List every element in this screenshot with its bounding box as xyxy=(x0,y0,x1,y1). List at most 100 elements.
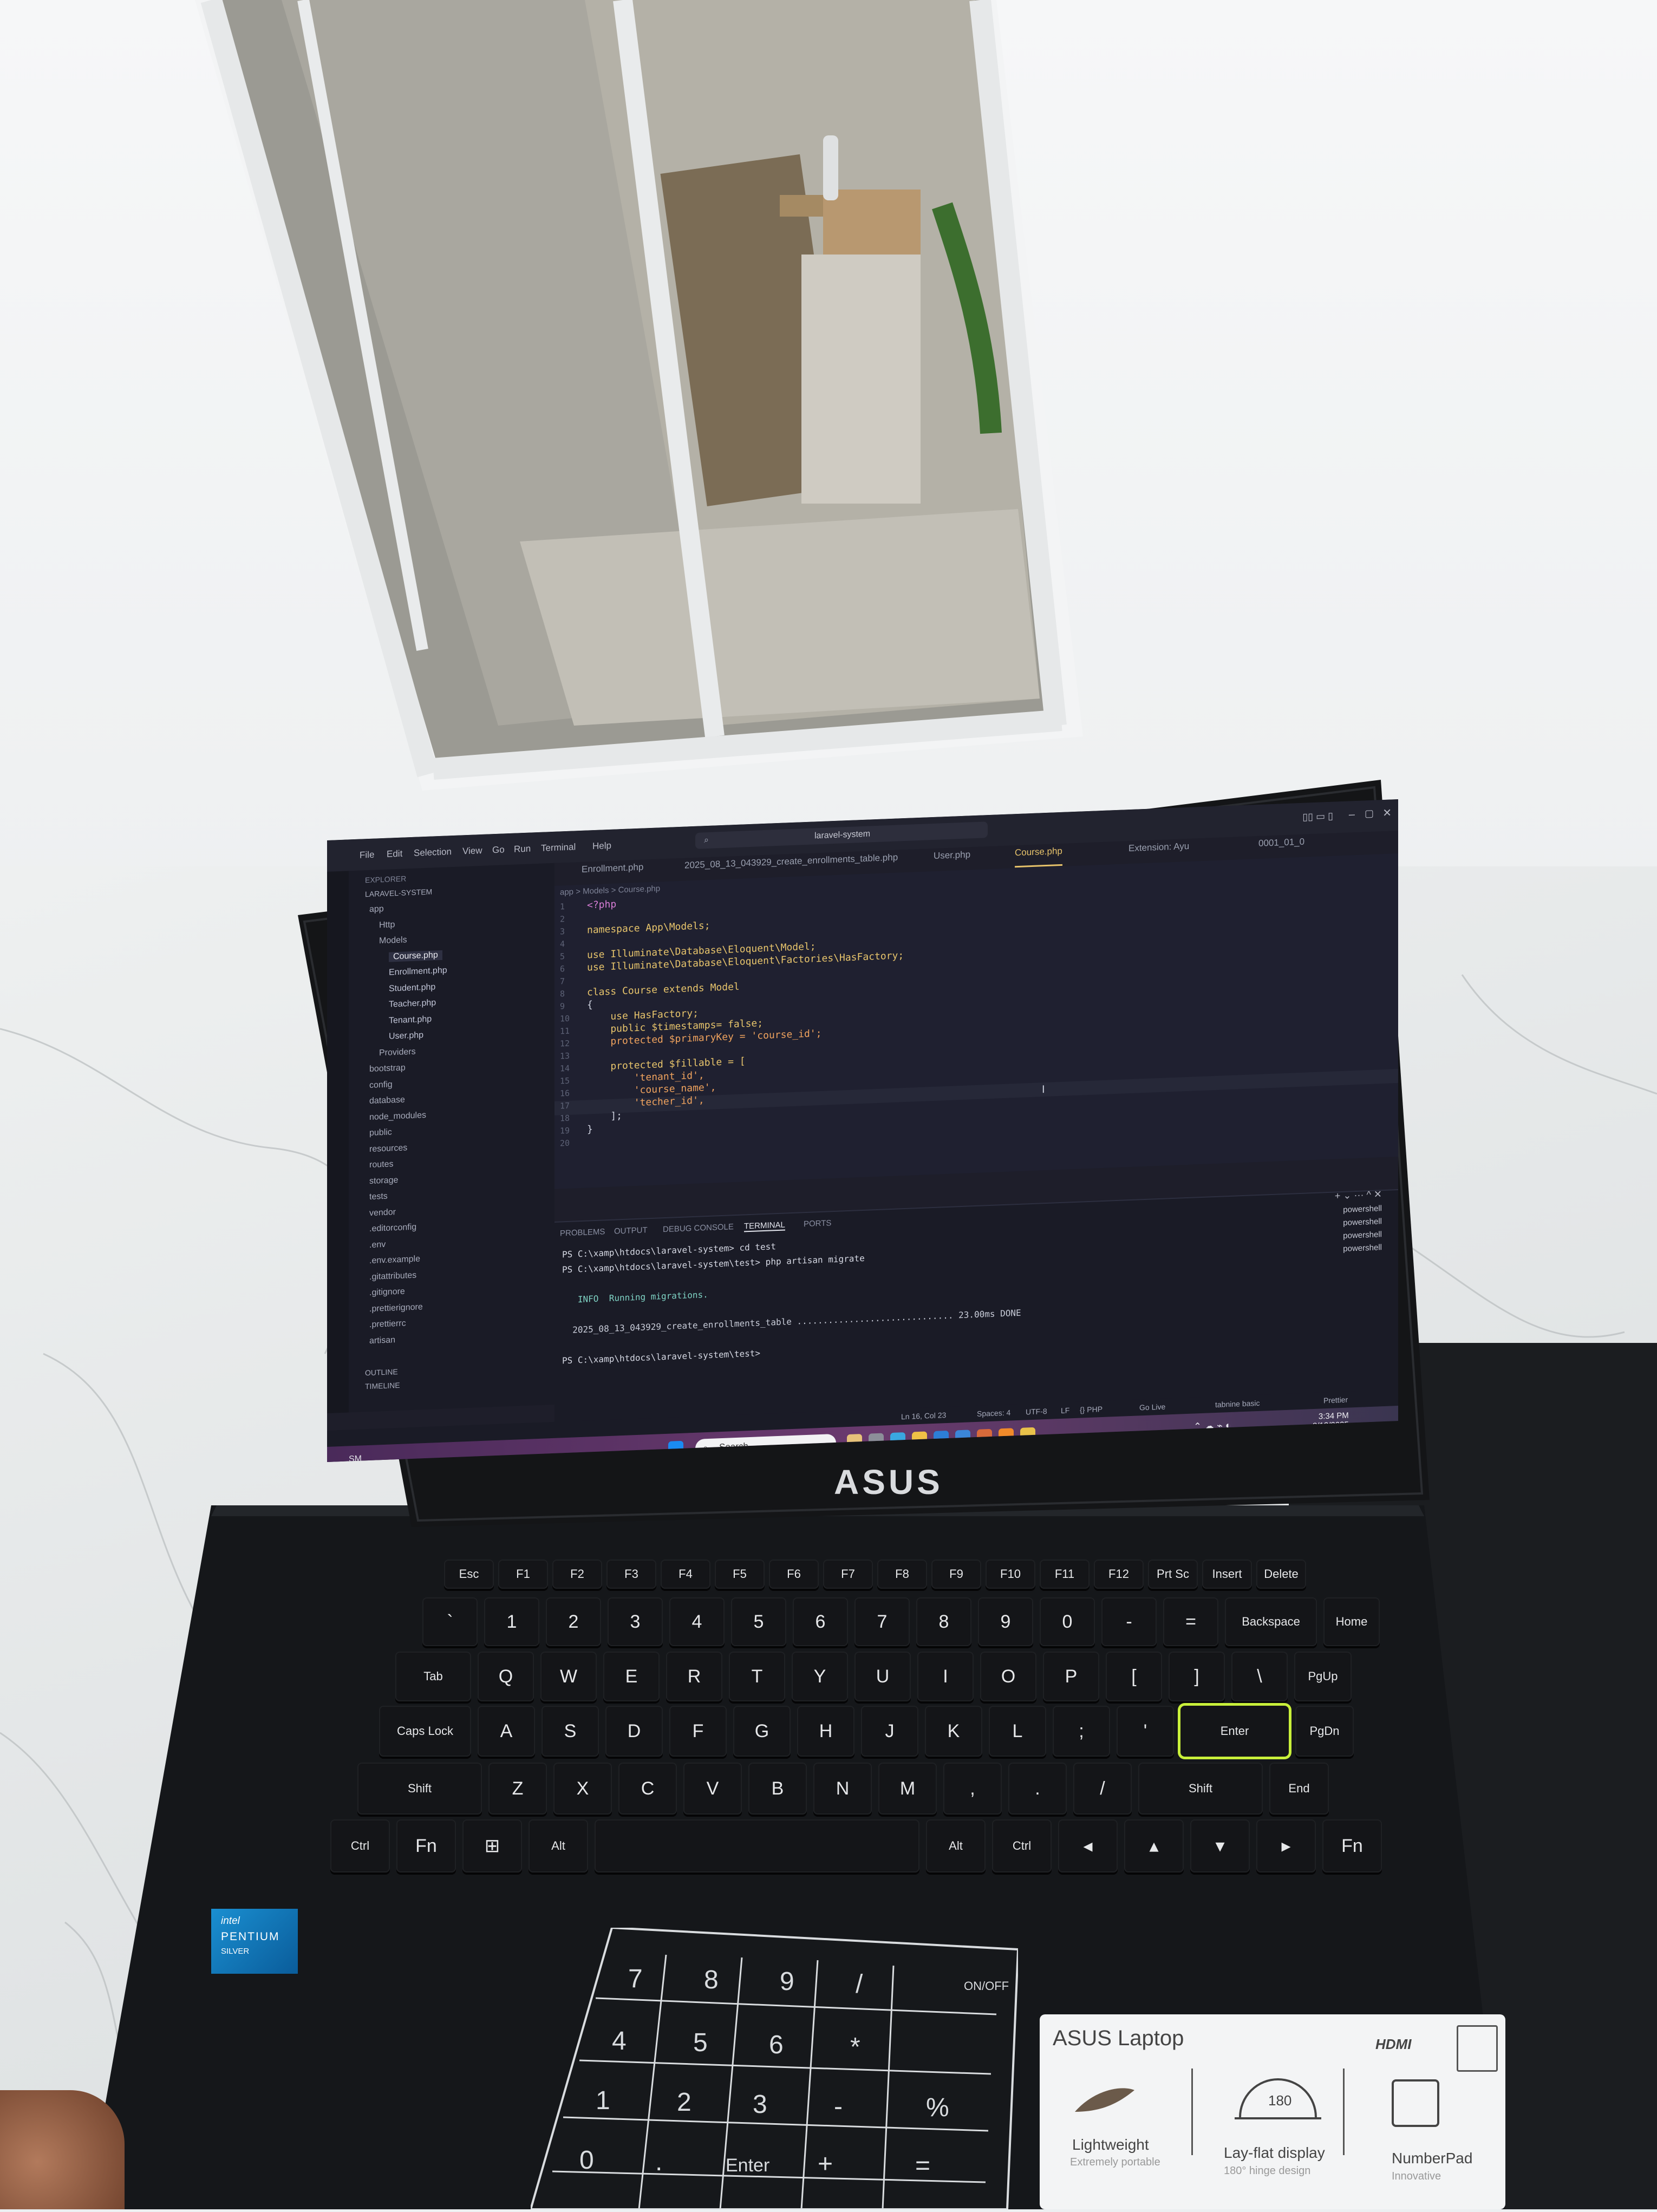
file-tree-item[interactable]: vendor xyxy=(369,1208,396,1218)
numberpad-key[interactable]: * xyxy=(850,2033,860,2061)
key--[interactable]: - xyxy=(1101,1597,1157,1646)
file-tree-item[interactable]: storage xyxy=(369,1175,398,1186)
panel-tab-terminal[interactable]: TERMINAL xyxy=(744,1220,785,1232)
key--[interactable]: ▾ xyxy=(1190,1819,1250,1872)
terminal-instance[interactable]: powershell xyxy=(1343,1217,1382,1228)
numberpad-key[interactable]: 7 xyxy=(628,1965,643,1993)
key-o[interactable]: O xyxy=(980,1652,1036,1701)
numberpad-key[interactable]: 5 xyxy=(693,2028,708,2057)
key-prt-sc[interactable]: Prt Sc xyxy=(1148,1560,1198,1589)
key--[interactable]: ▸ xyxy=(1256,1819,1316,1872)
key-g[interactable]: G xyxy=(733,1706,791,1757)
close-icon[interactable]: ✕ xyxy=(1382,806,1392,820)
key-ctrl[interactable]: Ctrl xyxy=(992,1819,1052,1872)
touchpad-numberpad[interactable]: ON/OFF 7 8 9 / 4 5 6 * 1 2 3 - % 0. Enter + = xyxy=(531,1928,1018,2209)
panel-tab-ports[interactable]: PORTS xyxy=(804,1218,831,1229)
key-s[interactable]: S xyxy=(542,1706,599,1757)
key-y[interactable]: Y xyxy=(792,1652,848,1701)
status-indentation[interactable]: Spaces: 4 xyxy=(977,1408,1010,1418)
key-6[interactable]: 6 xyxy=(793,1597,848,1646)
file-tree-item[interactable]: .editorconfig xyxy=(369,1223,416,1234)
numberpad-key[interactable]: 8 xyxy=(704,1966,719,1994)
key-esc[interactable]: Esc xyxy=(444,1560,494,1589)
file-tree-item[interactable]: Enrollment.php xyxy=(389,965,447,977)
numberpad-key[interactable]: 0 xyxy=(579,2146,594,2175)
key--[interactable]: ' xyxy=(1117,1706,1174,1757)
file-tree-item[interactable]: .env.example xyxy=(369,1254,420,1266)
key-4[interactable]: 4 xyxy=(669,1597,725,1646)
key-f7[interactable]: F7 xyxy=(823,1560,873,1589)
key-tab[interactable]: Tab xyxy=(395,1652,471,1701)
key-insert[interactable]: Insert xyxy=(1202,1560,1252,1589)
key-fn[interactable]: Fn xyxy=(1322,1819,1382,1872)
key-k[interactable]: K xyxy=(925,1706,982,1757)
numberpad-key[interactable]: / xyxy=(856,1970,863,1999)
key-e[interactable]: E xyxy=(603,1652,660,1701)
file-tree-item[interactable]: .prettierrc xyxy=(369,1319,406,1330)
minimize-icon[interactable]: – xyxy=(1349,808,1355,821)
file-tree-item[interactable]: .prettierignore xyxy=(369,1302,423,1314)
key-w[interactable]: W xyxy=(540,1652,597,1701)
key-end[interactable]: End xyxy=(1269,1763,1329,1815)
file-tree-item[interactable]: Course.php xyxy=(389,950,442,962)
key-v[interactable]: V xyxy=(683,1763,742,1815)
file-tree-item[interactable]: .gitignore xyxy=(369,1287,405,1298)
key-7[interactable]: 7 xyxy=(854,1597,910,1646)
key-q[interactable]: Q xyxy=(478,1652,534,1701)
key-shift[interactable]: Shift xyxy=(357,1763,482,1815)
key-f1[interactable]: F1 xyxy=(498,1560,548,1589)
key-pgup[interactable]: PgUp xyxy=(1294,1652,1352,1701)
file-tree-item[interactable]: config xyxy=(369,1080,393,1091)
key-1[interactable]: 1 xyxy=(484,1597,539,1646)
key-u[interactable]: U xyxy=(854,1652,911,1701)
file-tree-item[interactable]: Student.php xyxy=(389,982,435,994)
key-n[interactable]: N xyxy=(813,1763,872,1815)
key-3[interactable]: 3 xyxy=(608,1597,663,1646)
panel-actions[interactable]: + ⌄ ··· ^ ✕ xyxy=(1335,1189,1382,1202)
key-c[interactable]: C xyxy=(618,1763,677,1815)
numberpad-key[interactable]: - xyxy=(834,2092,843,2121)
timeline-section[interactable]: TIMELINE xyxy=(365,1381,400,1391)
key-shift[interactable]: Shift xyxy=(1138,1763,1263,1815)
key-caps-lock[interactable]: Caps Lock xyxy=(379,1706,471,1757)
key-delete[interactable]: Delete xyxy=(1256,1560,1306,1589)
file-tree-item[interactable]: resources xyxy=(369,1143,407,1154)
numberpad-key[interactable]: 9 xyxy=(780,1967,794,1996)
menu-view[interactable]: View xyxy=(462,845,482,857)
status-eol[interactable]: LF xyxy=(1061,1406,1069,1415)
tab-migration-0001[interactable]: 0001_01_0 xyxy=(1258,837,1304,857)
key--[interactable]: ⊞ xyxy=(462,1819,522,1872)
key-alt[interactable]: Alt xyxy=(926,1819,986,1872)
numberpad-key[interactable]: 2 xyxy=(677,2088,691,2117)
key-ctrl[interactable]: Ctrl xyxy=(330,1819,390,1872)
file-tree-item[interactable]: Providers xyxy=(379,1047,416,1058)
file-tree-item[interactable]: tests xyxy=(369,1192,388,1202)
key-p[interactable]: P xyxy=(1043,1652,1099,1701)
numberpad-key[interactable]: = xyxy=(915,2151,930,2180)
file-tree-item[interactable]: Tenant.php xyxy=(389,1014,432,1026)
panel-tab-output[interactable]: OUTPUT xyxy=(614,1225,648,1236)
maximize-icon[interactable]: ▢ xyxy=(1365,808,1374,820)
key-b[interactable]: B xyxy=(748,1763,807,1815)
key-j[interactable]: J xyxy=(861,1706,918,1757)
status-cursor-position[interactable]: Ln 16, Col 23 xyxy=(901,1411,946,1421)
key-a[interactable]: A xyxy=(478,1706,535,1757)
key-0[interactable]: 0 xyxy=(1040,1597,1095,1646)
key-f4[interactable]: F4 xyxy=(661,1560,710,1589)
key-h[interactable]: H xyxy=(797,1706,854,1757)
key--[interactable]: \ xyxy=(1231,1652,1288,1701)
numberpad-key[interactable]: + xyxy=(818,2150,833,2178)
tab-course[interactable]: Course.php xyxy=(1015,845,1062,868)
key-2[interactable]: 2 xyxy=(546,1597,601,1646)
key-home[interactable]: Home xyxy=(1323,1597,1380,1646)
key--[interactable]: ] xyxy=(1169,1652,1225,1701)
key--[interactable]: ; xyxy=(1053,1706,1110,1757)
key-i[interactable]: I xyxy=(917,1652,974,1701)
key-f2[interactable]: F2 xyxy=(552,1560,602,1589)
key-f12[interactable]: F12 xyxy=(1094,1560,1144,1589)
key-z[interactable]: Z xyxy=(488,1763,547,1815)
menu-selection[interactable]: Selection xyxy=(414,846,452,859)
key-m[interactable]: M xyxy=(878,1763,937,1815)
key-f10[interactable]: F10 xyxy=(986,1560,1035,1589)
numberpad-key[interactable]: 1 xyxy=(596,2086,610,2115)
